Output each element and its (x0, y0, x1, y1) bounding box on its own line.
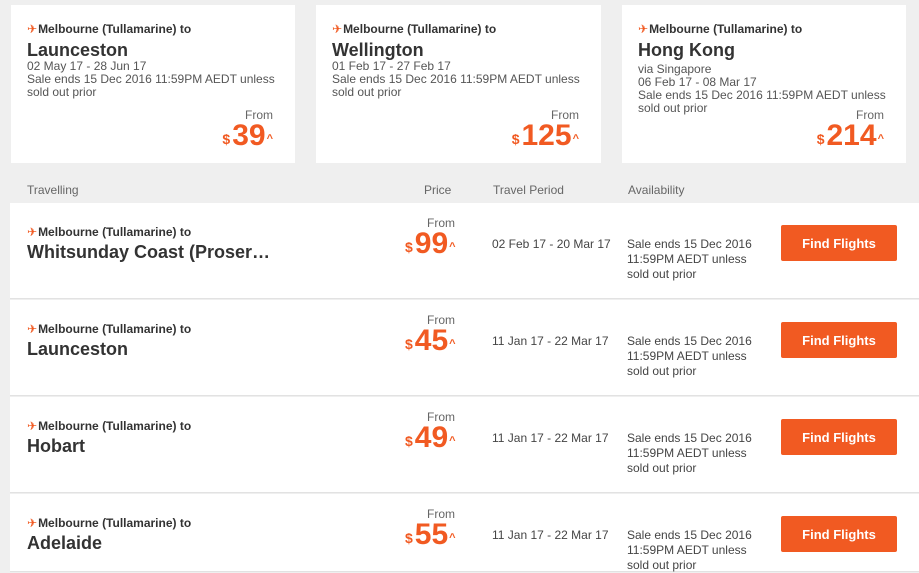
find-flights-button[interactable]: Find Flights (781, 419, 897, 455)
price-box: From $45^ (405, 314, 456, 357)
header-price: Price (424, 183, 452, 197)
header-travelling: Travelling (27, 183, 79, 197)
plane-icon: ✈ (27, 225, 38, 239)
price-box: From $214^ (817, 109, 884, 151)
price-box: From $49^ (405, 411, 456, 454)
table-row: ✈Melbourne (Tullamarine) to Whitsunday C… (10, 203, 919, 299)
plane-icon: ✈ (27, 22, 38, 36)
table-row: ✈Melbourne (Tullamarine) to Hobart From … (10, 397, 919, 493)
price-value: $55^ (405, 518, 456, 551)
plane-icon: ✈ (638, 22, 649, 36)
route-origin: ✈Melbourne (Tullamarine) to (638, 22, 803, 36)
travel-period: 11 Jan 17 - 22 Mar 17 (492, 528, 609, 542)
availability-text: Sale ends 15 Dec 2016 11:59PM AEDT unles… (627, 237, 752, 281)
destination-name: Hong Kong (638, 40, 735, 60)
route-origin: ✈Melbourne (Tullamarine) to (332, 22, 497, 36)
plane-icon: ✈ (332, 22, 343, 36)
header-availability: Availability (628, 183, 685, 197)
find-flights-button[interactable]: Find Flights (781, 225, 897, 261)
destination-name: Adelaide (27, 533, 103, 553)
table-row: ✈Melbourne (Tullamarine) to Adelaide Fro… (10, 494, 919, 572)
sale-terms: Sale ends 15 Dec 2016 11:59PM AEDT unles… (27, 72, 275, 99)
destination-name: Hobart (27, 436, 85, 456)
destination-name: Wellington (332, 40, 424, 60)
find-flights-button[interactable]: Find Flights (781, 516, 897, 552)
table-row: ✈Melbourne (Tullamarine) to Launceston F… (10, 300, 919, 396)
featured-card-wellington[interactable]: ✈Melbourne (Tullamarine) to Wellington 0… (316, 5, 601, 163)
travel-period: 11 Jan 17 - 22 Mar 17 (492, 334, 609, 348)
route: ✈Melbourne (Tullamarine) to Launceston (27, 322, 192, 359)
featured-card-launceston[interactable]: ✈Melbourne (Tullamarine) to Launceston 0… (11, 5, 295, 163)
availability-text: Sale ends 15 Dec 2016 11:59PM AEDT unles… (627, 334, 752, 378)
price-value: $125^ (511, 119, 579, 152)
route: ✈Melbourne (Tullamarine) to Hobart (27, 419, 192, 456)
route: ✈Melbourne (Tullamarine) to Whitsunday C… (27, 225, 271, 262)
price-box: From $55^ (405, 508, 456, 551)
availability-text: Sale ends 15 Dec 2016 11:59PM AEDT unles… (627, 528, 752, 572)
destination-name: Launceston (27, 339, 129, 359)
plane-icon: ✈ (27, 419, 38, 433)
plane-icon: ✈ (27, 322, 38, 336)
price-value: $214^ (816, 119, 884, 152)
price-value: $39^ (222, 119, 273, 152)
travel-period: 02 Feb 17 - 20 Mar 17 (492, 237, 611, 251)
destination-name: Launceston (27, 40, 129, 60)
destination-name: Whitsunday Coast (Proser… (27, 242, 271, 262)
travel-period: 11 Jan 17 - 22 Mar 17 (492, 431, 609, 445)
price-value: $45^ (405, 324, 456, 357)
price-box: From $125^ (512, 109, 579, 151)
availability-text: Sale ends 15 Dec 2016 11:59PM AEDT unles… (627, 431, 752, 475)
find-flights-button[interactable]: Find Flights (781, 322, 897, 358)
featured-card-hong-kong[interactable]: ✈Melbourne (Tullamarine) to Hong Kong vi… (622, 5, 906, 163)
price-value: $99^ (405, 227, 456, 260)
plane-icon: ✈ (27, 516, 38, 530)
price-box: From $39^ (222, 109, 273, 151)
sale-terms: Sale ends 15 Dec 2016 11:59PM AEDT unles… (332, 72, 580, 99)
price-box: From $99^ (405, 217, 456, 260)
table-header: Travelling Price Travel Period Availabil… (10, 176, 919, 202)
route-origin: ✈Melbourne (Tullamarine) to (27, 22, 192, 36)
price-value: $49^ (405, 421, 456, 454)
header-travel-period: Travel Period (493, 183, 564, 197)
route: ✈Melbourne (Tullamarine) to Adelaide (27, 516, 192, 553)
